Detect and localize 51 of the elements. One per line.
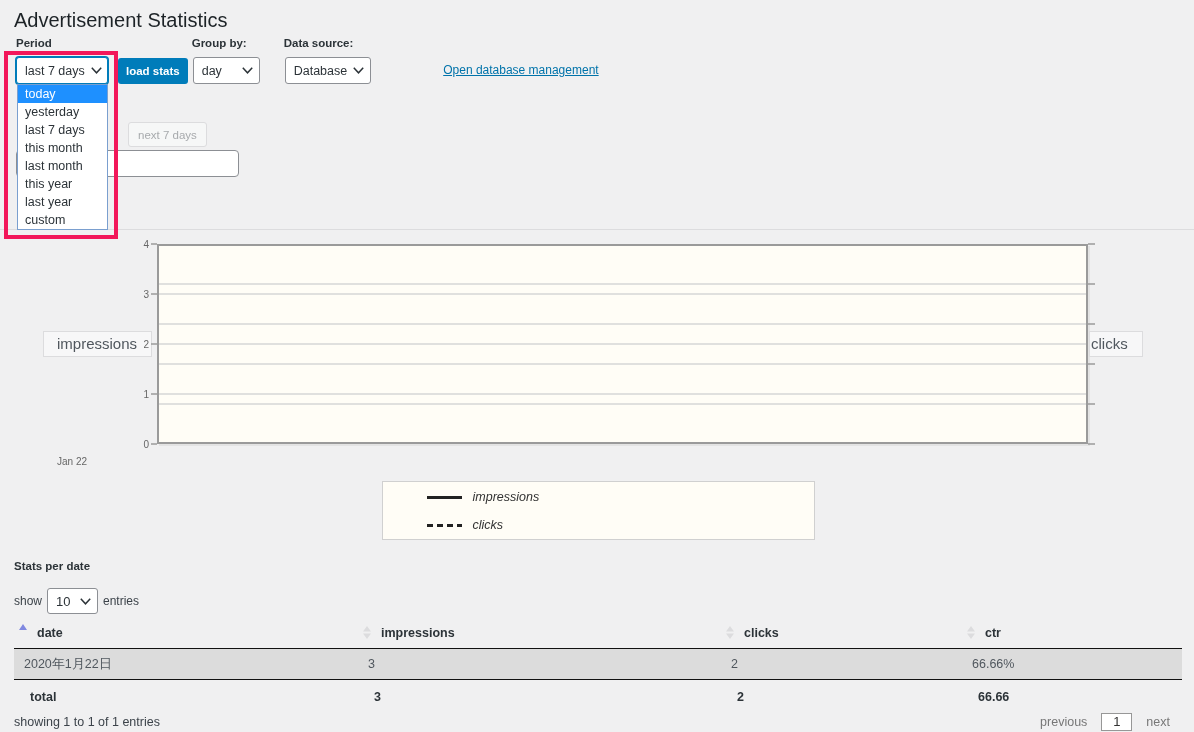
page-button[interactable]: 1 <box>1101 713 1133 731</box>
legend-label: clicks <box>472 518 504 532</box>
field-label: Period <box>16 37 52 50</box>
group-by-select[interactable]: day <box>192 57 260 84</box>
length-label: entries <box>103 594 140 608</box>
solid-line-icon <box>426 495 462 499</box>
dropdown-option[interactable]: last year <box>18 193 107 211</box>
database-link[interactable]: Open database management <box>443 57 599 84</box>
page-title: Advertisement Statistics <box>14 8 228 33</box>
field-label: Group by: <box>191 37 247 50</box>
table-cell-text: 2 <box>730 657 739 671</box>
total-cell-text: 66.66 <box>977 689 1011 704</box>
dropdown-option[interactable]: yesterday <box>18 103 107 121</box>
dropdown-option[interactable]: this year <box>18 175 107 193</box>
table-cell-text: 3 <box>367 657 376 671</box>
entries-select[interactable]: 10 <box>47 588 98 614</box>
table-cell-text: 2020年1月22日 <box>23 655 113 673</box>
dashed-line-icon <box>426 523 462 527</box>
axis-title: clicks <box>1089 331 1143 357</box>
field-label: Data source: <box>283 37 354 50</box>
length-label: show <box>14 594 42 608</box>
total-cell-text: total <box>29 689 58 704</box>
chevron-down-icon <box>90 67 102 74</box>
data-source-select[interactable]: Database <box>284 57 372 84</box>
dropdown-option[interactable]: custom <box>18 211 107 229</box>
table-info: showing 1 to 1 of 1 entries <box>14 715 160 729</box>
chevron-down-icon <box>80 597 91 605</box>
table-cell-text: 66.66% <box>971 657 1016 671</box>
dropdown-option[interactable]: last month <box>18 157 107 175</box>
axis-tick-label: Jan 22 <box>57 456 88 467</box>
axis-tick-label: 2 <box>143 338 149 350</box>
axis-tick-label: 0 <box>143 438 149 450</box>
chevron-down-icon <box>241 67 253 74</box>
previous-page-link[interactable]: previous <box>1040 715 1088 729</box>
column-header[interactable]: clicks <box>721 617 962 648</box>
dropdown-option[interactable]: this month <box>18 139 107 157</box>
column-header[interactable]: ctr <box>962 617 1182 648</box>
section-title: Stats per date <box>14 559 91 574</box>
chevron-down-icon <box>353 67 365 74</box>
legend-label: impressions <box>472 490 540 504</box>
column-header[interactable]: date <box>14 617 358 648</box>
axis-tick-label: 3 <box>143 288 149 300</box>
column-header[interactable]: impressions <box>358 617 721 648</box>
axis-tick-label: 1 <box>143 388 149 400</box>
load-stats-button[interactable]: load stats <box>118 58 188 84</box>
period-select[interactable]: last 7 days <box>16 57 108 84</box>
total-cell-text: 2 <box>736 689 745 704</box>
dropdown-option[interactable]: last 7 days <box>18 121 107 139</box>
axis-tick-label: 4 <box>143 238 149 250</box>
next-page-link[interactable]: next <box>1146 715 1170 729</box>
total-cell-text: 3 <box>373 689 382 704</box>
